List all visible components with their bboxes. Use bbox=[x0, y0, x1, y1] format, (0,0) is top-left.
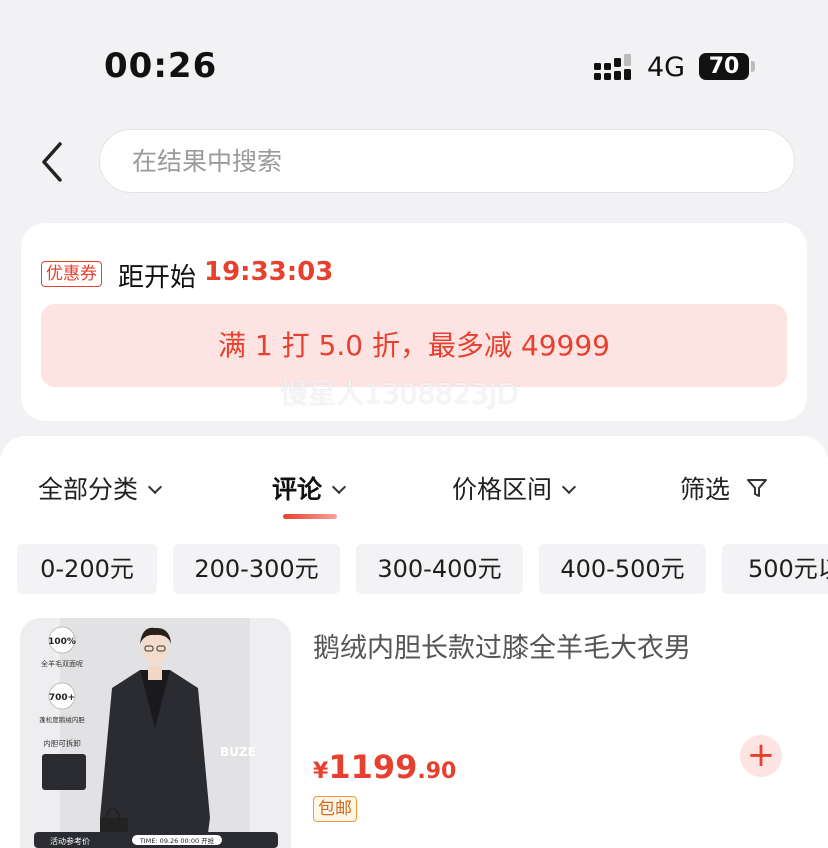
active-tab-indicator bbox=[283, 514, 337, 519]
liner-caption: 内胆可拆卸 bbox=[43, 738, 81, 748]
badge2-caption: 蓬松度鹅绒内胆 bbox=[39, 715, 85, 724]
sort-reviews[interactable]: 评论 bbox=[272, 470, 347, 506]
sort-label: 全部分类 bbox=[38, 475, 139, 504]
filter-icon bbox=[746, 479, 767, 497]
sort-label: 评论 bbox=[272, 475, 323, 504]
badge-700: 700+ bbox=[49, 693, 75, 703]
search-bar[interactable] bbox=[99, 129, 795, 193]
brand-label: BUZE bbox=[220, 745, 256, 759]
price-integer: 1199 bbox=[328, 748, 418, 786]
countdown-label: 距开始 bbox=[118, 263, 197, 293]
badge-100: 100% bbox=[48, 637, 76, 647]
price-chip[interactable]: 300-400元 bbox=[356, 544, 523, 594]
footer-left: 活动参考价 bbox=[50, 836, 90, 846]
price-chip[interactable]: 200-300元 bbox=[173, 544, 340, 594]
watermark: 慢星人1308823JD bbox=[280, 377, 519, 410]
network-type: 4G bbox=[647, 52, 686, 83]
battery-cap bbox=[751, 61, 755, 72]
chevron-down-icon bbox=[331, 479, 347, 495]
badge1-caption: 全羊毛双面呢 bbox=[41, 659, 83, 668]
status-time: 00:26 bbox=[104, 46, 218, 86]
results-panel: 全部分类 评论 价格区间 筛选 0-200元 200-300元 300-400元… bbox=[0, 436, 828, 848]
add-to-cart-button[interactable]: + bbox=[740, 735, 782, 777]
back-icon[interactable] bbox=[36, 140, 70, 184]
sort-filter[interactable]: 筛选 bbox=[680, 470, 768, 506]
price-decimal: .90 bbox=[417, 759, 457, 784]
product-title[interactable]: 鹅绒内胆长款过膝全羊毛大衣男 bbox=[313, 626, 691, 665]
free-shipping-tag: 包邮 bbox=[313, 796, 357, 822]
price-chip[interactable]: 400-500元 bbox=[539, 544, 706, 594]
countdown-timer: 19:33:03 bbox=[204, 257, 334, 287]
signal-icon bbox=[594, 54, 631, 80]
chevron-down-icon bbox=[561, 479, 577, 495]
sort-all-categories[interactable]: 全部分类 bbox=[38, 470, 163, 506]
chevron-down-icon bbox=[147, 479, 163, 495]
sort-label: 筛选 bbox=[680, 475, 731, 504]
price-chip[interactable]: 500元以 bbox=[722, 544, 828, 594]
product-image[interactable]: 100% 全羊毛双面呢 700+ 蓬松度鹅绒内胆 内胆可拆卸 BUZE 活动参考… bbox=[20, 618, 291, 848]
sort-price-range[interactable]: 价格区间 bbox=[452, 470, 577, 506]
battery-icon: 70 bbox=[699, 53, 749, 80]
search-input[interactable] bbox=[130, 130, 754, 192]
coupon-tag: 优惠券 bbox=[41, 261, 102, 287]
price-symbol: ¥ bbox=[313, 759, 329, 784]
coat-photo: 100% 全羊毛双面呢 700+ 蓬松度鹅绒内胆 内胆可拆卸 BUZE 活动参考… bbox=[34, 618, 278, 848]
price-chip[interactable]: 0-200元 bbox=[17, 544, 157, 594]
footer-time: TIME: 09.26 00:00 开抢 bbox=[139, 836, 215, 845]
sort-label: 价格区间 bbox=[452, 475, 553, 504]
product-price: ¥1199.90 bbox=[313, 748, 456, 786]
